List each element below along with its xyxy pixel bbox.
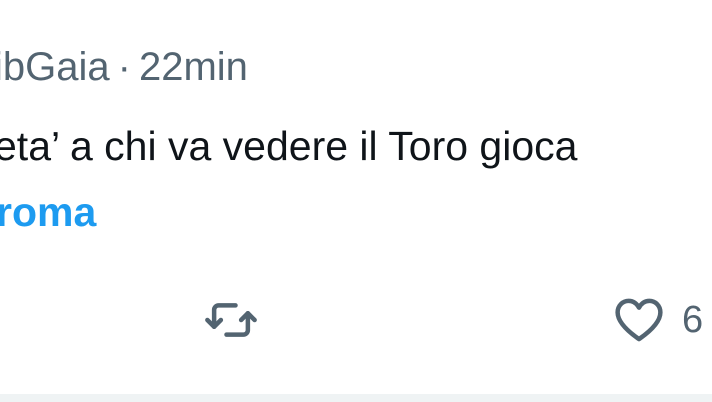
tweet-actions: 6 [0, 290, 712, 350]
hashtag-link[interactable]: roma [0, 188, 96, 236]
tweet-timestamp[interactable]: 22min [139, 45, 248, 89]
like-count: 6 [682, 299, 704, 341]
tweet-divider [0, 394, 712, 402]
tweet-text: eta’ a chi va vedere il Toro gioca [0, 123, 578, 169]
author-handle[interactable]: ibGaia [0, 45, 110, 89]
tweet-card[interactable]: ibGaia · 22min eta’ a chi va vedere il Tor… [0, 0, 712, 394]
like-button[interactable]: 6 [612, 290, 703, 350]
tweet-meta: ibGaia · 22min [0, 44, 248, 90]
heart-icon [612, 293, 666, 347]
retweet-icon [204, 293, 258, 347]
retweet-button[interactable] [204, 290, 258, 350]
meta-separator: · [117, 45, 131, 89]
